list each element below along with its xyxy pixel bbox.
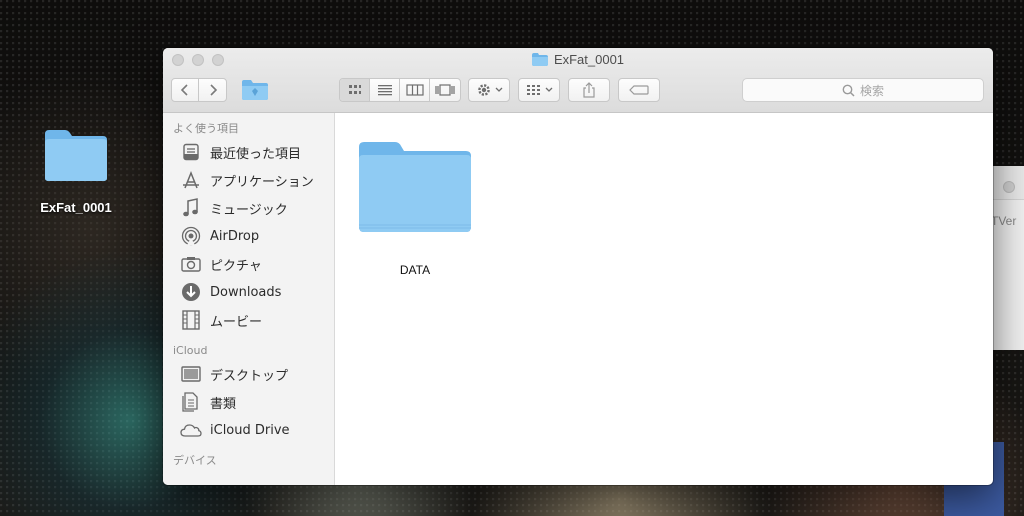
sidebar-item-movies[interactable]: ムービー <box>163 306 334 334</box>
search-field[interactable]: 検索 <box>742 78 984 102</box>
chevron-down-icon <box>495 87 502 92</box>
proxy-folder-button[interactable] <box>239 78 271 102</box>
sidebar-item-label: iCloud Drive <box>210 422 290 438</box>
window-title-text: ExFat_0001 <box>553 52 625 67</box>
sidebar-item-airdrop[interactable]: AirDrop <box>163 222 334 250</box>
sidebar-item-recents[interactable]: 最近使った項目 <box>163 138 334 166</box>
recents-icon <box>180 141 202 163</box>
list-icon <box>377 85 392 96</box>
camera-icon <box>180 253 202 275</box>
grid-icon <box>348 85 361 94</box>
sidebar-item-icloud-drive[interactable]: iCloud Drive <box>163 416 334 444</box>
folder-icon <box>359 142 471 232</box>
search-icon <box>842 84 855 97</box>
sidebar: よく使う項目 最近使った項目 アプリケーション ミュージック AirDrop ピ… <box>163 113 335 485</box>
gallery-view-button[interactable] <box>430 79 460 101</box>
window-toolbar: ExFat_0001 検索 <box>163 48 993 113</box>
sidebar-item-label: ピクチャ <box>210 258 262 274</box>
folder-icon <box>45 130 107 181</box>
sidebar-item-label: AirDrop <box>210 228 260 244</box>
cover-flow-icon <box>435 84 455 96</box>
column-view-button[interactable] <box>400 79 430 101</box>
view-mode-selector <box>339 78 461 102</box>
list-view-button[interactable] <box>370 79 400 101</box>
search-placeholder: 検索 <box>859 83 884 98</box>
back-button[interactable] <box>172 79 199 101</box>
downloads-icon <box>180 281 202 303</box>
forward-button[interactable] <box>199 79 226 101</box>
desktop-drive-icon[interactable]: ExFat_0001 <box>30 128 122 215</box>
sidebar-item-desktop[interactable]: デスクトップ <box>163 360 334 388</box>
sidebar-item-music[interactable]: ミュージック <box>163 194 334 222</box>
tags-button[interactable] <box>618 78 660 102</box>
chevron-down-icon <box>545 87 552 92</box>
film-icon <box>180 309 202 331</box>
tag-icon <box>629 85 649 95</box>
sidebar-item-downloads[interactable]: Downloads <box>163 278 334 306</box>
sidebar-item-documents[interactable]: 書類 <box>163 388 334 416</box>
window-body: よく使う項目 最近使った項目 アプリケーション ミュージック AirDrop ピ… <box>163 113 993 485</box>
documents-icon <box>180 391 202 413</box>
finder-window: ExFat_0001 検索 よく使う項目 最近使った項目 アプリケーション ミュ… <box>163 48 993 485</box>
sidebar-item-label: ムービー <box>210 314 263 330</box>
folder-icon <box>531 53 548 66</box>
sidebar-item-label: Downloads <box>210 284 282 300</box>
chevron-right-icon <box>209 84 217 96</box>
chevron-left-icon <box>180 84 188 96</box>
cloud-icon <box>180 419 202 441</box>
arrange-grid-icon <box>526 85 540 95</box>
sidebar-section-devices: デバイス <box>173 454 217 467</box>
desktop-icon <box>180 363 202 385</box>
shared-folder-icon <box>242 80 268 100</box>
applications-icon <box>180 169 202 191</box>
file-browser-content[interactable]: DATA <box>335 113 993 485</box>
sidebar-item-pictures[interactable]: ピクチャ <box>163 250 334 278</box>
share-button[interactable] <box>568 78 610 102</box>
gear-icon <box>477 84 490 96</box>
action-menu-button[interactable] <box>468 78 510 102</box>
window-title: ExFat_0001 <box>163 52 993 67</box>
folder-item[interactable]: DATA <box>353 139 477 277</box>
icon-view-button[interactable] <box>340 79 370 101</box>
music-icon <box>180 197 202 219</box>
window-control-dot[interactable] <box>1003 181 1015 193</box>
desktop-icon-label: ExFat_0001 <box>40 200 112 215</box>
background-window[interactable]: TVer <box>990 166 1024 350</box>
sidebar-item-label: 書類 <box>210 396 237 412</box>
columns-icon <box>405 84 424 96</box>
sidebar-item-label: デスクトップ <box>210 368 289 384</box>
sidebar-item-label: 最近使った項目 <box>210 146 302 162</box>
sidebar-item-label: アプリケーション <box>210 174 314 190</box>
folder-name: DATA <box>399 263 431 277</box>
background-window-titlebar[interactable] <box>991 166 1024 200</box>
sidebar-item-applications[interactable]: アプリケーション <box>163 166 334 194</box>
sidebar-section-favorites: よく使う項目 <box>173 122 239 135</box>
share-icon <box>583 82 595 98</box>
navigation-buttons <box>171 78 227 102</box>
sidebar-item-label: ミュージック <box>210 202 288 218</box>
arrange-menu-button[interactable] <box>518 78 560 102</box>
sidebar-section-icloud: iCloud <box>173 344 208 357</box>
airdrop-icon <box>180 225 202 247</box>
background-window-text: TVer <box>991 214 1017 228</box>
